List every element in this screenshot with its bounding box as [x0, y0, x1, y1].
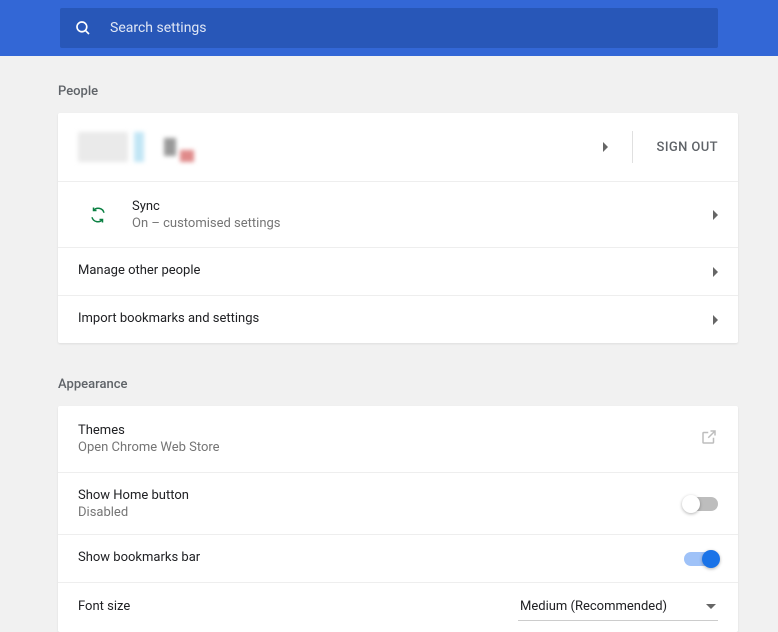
profile-info	[78, 132, 194, 162]
show-home-title: Show Home button	[78, 488, 684, 503]
show-bookmarks-toggle[interactable]	[684, 552, 718, 566]
manage-people-label: Manage other people	[78, 263, 713, 278]
show-home-subtitle: Disabled	[78, 505, 684, 520]
chevron-right-icon	[603, 142, 608, 152]
sync-title: Sync	[132, 199, 713, 214]
sync-icon	[78, 206, 118, 224]
sign-out-button[interactable]: SIGN OUT	[657, 140, 718, 155]
settings-content: People SIGN OUT	[0, 56, 778, 632]
manage-people-row[interactable]: Manage other people	[58, 247, 738, 295]
chevron-right-icon	[713, 267, 718, 277]
show-home-row: Show Home button Disabled	[58, 472, 738, 534]
sync-row[interactable]: Sync On – customised settings	[58, 181, 738, 247]
appearance-card: Themes Open Chrome Web Store Show Home b…	[58, 406, 738, 632]
show-home-toggle[interactable]	[684, 497, 718, 511]
font-size-value: Medium (Recommended)	[520, 599, 667, 614]
themes-subtitle: Open Chrome Web Store	[78, 440, 700, 455]
search-input[interactable]	[110, 20, 704, 36]
chevron-right-icon	[713, 210, 718, 220]
chevron-right-icon	[713, 315, 718, 325]
themes-row[interactable]: Themes Open Chrome Web Store	[58, 406, 738, 472]
import-bookmarks-row[interactable]: Import bookmarks and settings	[58, 295, 738, 343]
search-container[interactable]	[60, 8, 718, 48]
show-bookmarks-title: Show bookmarks bar	[78, 550, 684, 565]
external-link-icon	[700, 428, 718, 450]
section-title-appearance: Appearance	[58, 377, 738, 392]
font-size-row: Font size Medium (Recommended)	[58, 582, 738, 632]
show-bookmarks-row: Show bookmarks bar	[58, 534, 738, 582]
sync-subtitle: On – customised settings	[132, 216, 713, 231]
search-icon	[74, 19, 92, 37]
themes-title: Themes	[78, 423, 700, 438]
font-size-title: Font size	[78, 599, 518, 614]
divider	[632, 131, 633, 163]
font-size-select[interactable]: Medium (Recommended)	[518, 595, 718, 621]
header-bar	[0, 0, 778, 56]
section-title-people: People	[58, 84, 738, 99]
people-card: SIGN OUT Sync On – customised settings M…	[58, 113, 738, 343]
import-bookmarks-label: Import bookmarks and settings	[78, 311, 713, 326]
chevron-down-icon	[706, 604, 716, 609]
profile-row[interactable]: SIGN OUT	[58, 113, 738, 181]
